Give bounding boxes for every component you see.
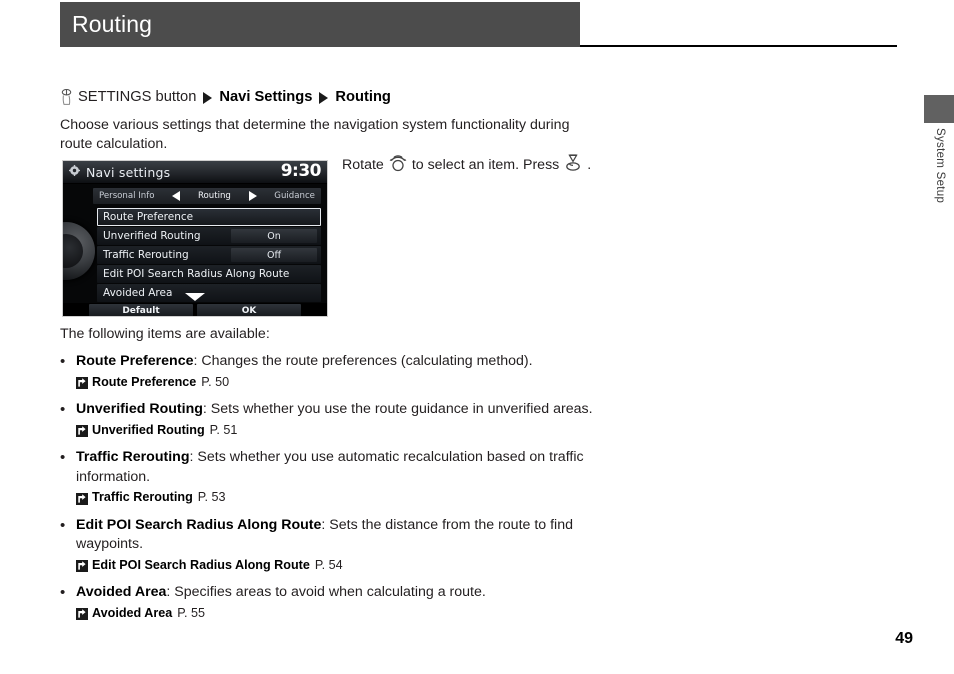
nav-screen-body: Personal Info Routing Guidance Route Pre… bbox=[63, 184, 327, 316]
list-item-term: Traffic Rerouting bbox=[76, 449, 190, 465]
cross-reference[interactable]: Traffic Rerouting P. 53 bbox=[76, 488, 600, 508]
cross-reference-page: P. 54 bbox=[314, 557, 343, 572]
list-item-term: Edit POI Search Radius Along Route bbox=[76, 516, 322, 533]
cross-reference-page: P. 53 bbox=[197, 490, 226, 504]
menu-item-label: Route Preference bbox=[103, 211, 194, 223]
breadcrumb-arrow-icon bbox=[203, 92, 213, 104]
rotary-knob-rotate-icon bbox=[388, 154, 408, 176]
rotate-caption-part2: to select an item. Press bbox=[411, 157, 560, 173]
list-item-term: Avoided Area bbox=[76, 584, 167, 600]
cross-reference-title: Traffic Rerouting bbox=[92, 490, 193, 504]
list-lead-text: The following items are available: bbox=[60, 326, 270, 342]
list-item-body: Traffic Rerouting: Sets whether you use … bbox=[76, 448, 600, 508]
bullet-glyph: • bbox=[60, 401, 66, 418]
menu-item-edit-poi-search-radius[interactable]: Edit POI Search Radius Along Route bbox=[97, 265, 321, 283]
menu-item-label: Edit POI Search Radius Along Route bbox=[103, 268, 290, 280]
intro-paragraph: Choose various settings that determine t… bbox=[60, 117, 570, 152]
cross-reference[interactable]: Unverified Routing P. 51 bbox=[76, 421, 600, 441]
nav-screen-clock: 9:30 bbox=[280, 161, 322, 181]
list-item-description: : Specifies areas to avoid when calculat… bbox=[166, 584, 486, 600]
cross-reference[interactable]: Avoided Area P. 55 bbox=[76, 604, 600, 624]
scroll-down-chevron-icon[interactable] bbox=[185, 293, 205, 301]
list-item: • Avoided Area: Specifies areas to avoid… bbox=[60, 583, 600, 623]
header-divider-rule bbox=[580, 45, 897, 47]
list-item-body: Edit POI Search Radius Along Route: Sets… bbox=[76, 516, 600, 576]
page-reference-arrow-icon bbox=[76, 376, 88, 390]
list-item-body: Unverified Routing: Sets whether you use… bbox=[76, 400, 600, 440]
cross-reference[interactable]: Route Preference P. 50 bbox=[76, 373, 600, 393]
rotate-instruction-caption: Rotate to select an item. Press . bbox=[342, 154, 591, 176]
list-item-term: Unverified Routing bbox=[76, 401, 203, 417]
tab-guidance[interactable]: Guidance bbox=[274, 191, 315, 201]
breadcrumb-step-routing: Routing bbox=[335, 89, 391, 105]
menu-item-value[interactable]: Off bbox=[231, 248, 317, 262]
menu-item-value[interactable]: On bbox=[231, 229, 317, 243]
default-button[interactable]: Default bbox=[89, 304, 193, 316]
cross-reference-title: Avoided Area bbox=[92, 605, 173, 620]
menu-item-route-preference[interactable]: Route Preference bbox=[97, 208, 321, 226]
page-reference-arrow-icon bbox=[76, 559, 88, 573]
page-reference-arrow-icon bbox=[76, 492, 88, 505]
nav-screen-menu-list: Route Preference Unverified Routing On T… bbox=[97, 208, 321, 303]
list-item-description: : Sets whether you use the route guidanc… bbox=[202, 401, 593, 417]
breadcrumb-arrow-icon bbox=[319, 92, 329, 104]
nav-screen-title: Navi settings bbox=[86, 164, 171, 180]
list-item-description: : Changes the route preferences (calcula… bbox=[193, 353, 533, 369]
menu-item-label: Unverified Routing bbox=[103, 230, 201, 242]
ok-button[interactable]: OK bbox=[197, 304, 301, 316]
bullet-glyph: • bbox=[60, 449, 66, 466]
menu-item-unverified-routing[interactable]: Unverified Routing On bbox=[97, 227, 321, 245]
list-item: • Unverified Routing: Sets whether you u… bbox=[60, 400, 600, 440]
rotary-knob-press-icon bbox=[563, 154, 583, 176]
breadcrumb: SETTINGS button Navi Settings Routing bbox=[60, 86, 900, 108]
bullet-glyph: • bbox=[60, 584, 66, 601]
cross-reference-page: P. 51 bbox=[209, 422, 238, 437]
tab-personal-info[interactable]: Personal Info bbox=[99, 191, 155, 201]
rotary-knob-graphic bbox=[63, 222, 95, 280]
page-reference-arrow-icon bbox=[76, 424, 88, 438]
list-item-body: Avoided Area: Specifies areas to avoid w… bbox=[76, 583, 600, 623]
menu-item-avoided-area[interactable]: Avoided Area bbox=[97, 284, 321, 302]
list-item-term: Route Preference bbox=[76, 353, 194, 369]
nav-screen-tab-row: Personal Info Routing Guidance bbox=[93, 188, 321, 204]
side-tab-marker bbox=[924, 95, 954, 123]
page-header-bar: Routing bbox=[60, 2, 580, 47]
rotate-caption-part1: Rotate bbox=[342, 157, 384, 173]
page-title: Routing bbox=[72, 11, 152, 37]
chevron-right-icon[interactable] bbox=[248, 191, 257, 201]
page-number: 49 bbox=[895, 630, 913, 647]
side-tab-label: System Setup bbox=[934, 128, 946, 204]
content-area: SETTINGS button Navi Settings Routing Ch… bbox=[60, 86, 900, 154]
menu-item-label: Traffic Rerouting bbox=[103, 249, 189, 261]
settings-button-icon bbox=[60, 88, 73, 106]
tab-routing[interactable]: Routing bbox=[198, 191, 231, 201]
bullet-glyph: • bbox=[60, 353, 66, 370]
list-item: • Edit POI Search Radius Along Route: Se… bbox=[60, 516, 600, 576]
nav-screen-titlebar: Navi settings 9:30 bbox=[63, 161, 327, 184]
menu-item-label: Avoided Area bbox=[103, 287, 173, 299]
cross-reference-title: Unverified Routing bbox=[92, 422, 205, 437]
list-item: • Route Preference: Changes the route pr… bbox=[60, 352, 600, 392]
gear-icon bbox=[69, 163, 80, 181]
cross-reference-title: Edit POI Search Radius Along Route bbox=[92, 557, 310, 572]
nav-screen-footer: Default OK bbox=[63, 303, 327, 316]
bullet-glyph: • bbox=[60, 516, 66, 534]
list-item: • Traffic Rerouting: Sets whether you us… bbox=[60, 448, 600, 508]
breadcrumb-step-navi-settings: Navi Settings bbox=[219, 89, 313, 105]
chevron-left-icon[interactable] bbox=[172, 191, 181, 201]
breadcrumb-button-label: SETTINGS button bbox=[78, 89, 197, 105]
cross-reference-title: Route Preference bbox=[92, 374, 197, 389]
rotate-caption-part3: . bbox=[587, 157, 592, 173]
list-item-body: Route Preference: Changes the route pref… bbox=[76, 352, 600, 392]
cross-reference-page: P. 55 bbox=[177, 605, 206, 620]
cross-reference-page: P. 50 bbox=[201, 374, 230, 389]
cross-reference[interactable]: Edit POI Search Radius Along Route P. 54 bbox=[76, 556, 600, 576]
menu-item-traffic-rerouting[interactable]: Traffic Rerouting Off bbox=[97, 246, 321, 264]
page-reference-arrow-icon bbox=[76, 607, 88, 621]
items-list-section: The following items are available: • Rou… bbox=[60, 325, 600, 631]
navigation-screen-screenshot: Navi settings 9:30 Personal Info Routing… bbox=[62, 160, 328, 317]
